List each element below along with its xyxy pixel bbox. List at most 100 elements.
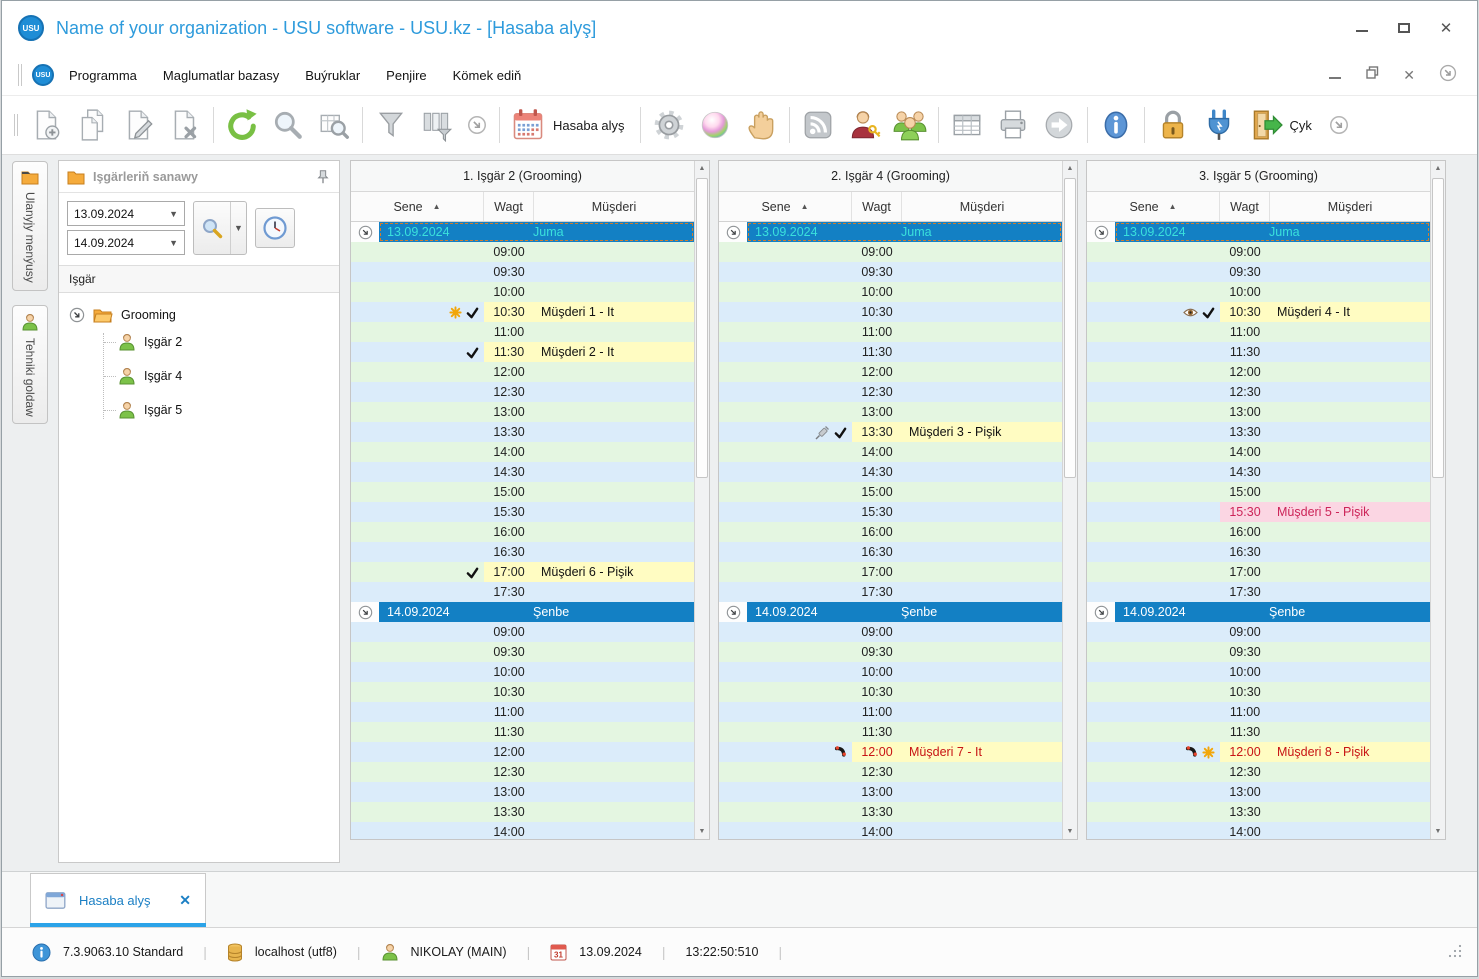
timeslot-row[interactable]: 09:00 bbox=[351, 622, 694, 642]
delete-record-button[interactable] bbox=[162, 101, 208, 149]
timeslot-row[interactable]: 12:30 bbox=[1087, 382, 1430, 402]
lock-button[interactable] bbox=[1150, 101, 1196, 149]
tree-group-grooming[interactable]: Grooming bbox=[69, 307, 329, 323]
scrollbar-thumb[interactable] bbox=[1064, 178, 1076, 478]
timeslot-row[interactable]: 16:00 bbox=[1087, 522, 1430, 542]
timeslot-row[interactable]: 11:00 bbox=[351, 322, 694, 342]
timeslot-row[interactable]: 14:00 bbox=[1087, 822, 1430, 839]
scrollbar-thumb[interactable] bbox=[696, 178, 708, 478]
timeslot-row[interactable]: 11:00 bbox=[1087, 322, 1430, 342]
toolbar-drag-handle[interactable] bbox=[14, 114, 18, 136]
timeslot-row[interactable]: 14:00 bbox=[1087, 442, 1430, 462]
timeslot-row[interactable]: 10:00 bbox=[719, 282, 1062, 302]
timeslot-row[interactable]: 12:30 bbox=[351, 762, 694, 782]
timeslot-row[interactable]: 10:30 bbox=[1087, 682, 1430, 702]
timeslot-row[interactable]: 10:00 bbox=[1087, 662, 1430, 682]
scroll-down-icon[interactable]: ▼ bbox=[695, 824, 709, 839]
print-button[interactable] bbox=[990, 101, 1036, 149]
sidebar-tab-tech-support[interactable]: Tehniki goldaw bbox=[12, 304, 48, 425]
appointment-row[interactable]: 17:00 Müşderi 6 - Pişik bbox=[351, 562, 694, 582]
scroll-up-icon[interactable]: ▲ bbox=[1431, 161, 1445, 176]
timeslot-row[interactable]: 17:00 bbox=[719, 562, 1062, 582]
color-theme-button[interactable] bbox=[692, 101, 738, 149]
mdi-overflow-button[interactable] bbox=[1439, 64, 1457, 87]
date-to-select[interactable]: 14.09.2024 ▼ bbox=[67, 230, 185, 255]
toolbar-overflow-button[interactable] bbox=[464, 112, 490, 138]
timeslot-row[interactable]: 12:30 bbox=[351, 382, 694, 402]
timeslot-row[interactable]: 16:30 bbox=[719, 542, 1062, 562]
appointment-row[interactable]: 12:00 Müşderi 7 - It bbox=[719, 742, 1062, 762]
column-header-time[interactable]: Wagt bbox=[852, 192, 902, 221]
timeslot-row[interactable]: 13:00 bbox=[351, 402, 694, 422]
pin-icon[interactable] bbox=[315, 169, 331, 185]
date-group-row[interactable]: 14.09.2024 Şenbe bbox=[1087, 602, 1430, 622]
tree-item-isgar-4[interactable]: Işgär 4 bbox=[104, 367, 329, 385]
vertical-scrollbar[interactable]: ▲ ▼ bbox=[1430, 161, 1445, 839]
timeslot-row[interactable]: 14:00 bbox=[719, 822, 1062, 839]
timeslot-row[interactable]: 09:30 bbox=[719, 642, 1062, 662]
timeslot-row[interactable]: 12:00 bbox=[719, 362, 1062, 382]
timeslot-row[interactable]: 09:30 bbox=[351, 262, 694, 282]
appointment-row[interactable]: 13:30 Müşderi 3 - Pişik bbox=[719, 422, 1062, 442]
menu-komek-edin[interactable]: Kömek ediň bbox=[442, 62, 533, 89]
timeslot-row[interactable]: 14:30 bbox=[1087, 462, 1430, 482]
timeslot-row[interactable]: 17:30 bbox=[1087, 582, 1430, 602]
collapse-icon[interactable] bbox=[69, 307, 85, 323]
timeslot-row[interactable]: 11:00 bbox=[719, 702, 1062, 722]
date-from-select[interactable]: 13.09.2024 ▼ bbox=[67, 201, 185, 226]
column-header-client[interactable]: Müşderi bbox=[1270, 192, 1430, 221]
settings-button[interactable] bbox=[646, 101, 692, 149]
sidebar-tab-user-menu[interactable]: Ulanyjy menýusy bbox=[12, 161, 48, 291]
timeslot-row[interactable]: 12:30 bbox=[1087, 762, 1430, 782]
go-button[interactable] bbox=[1036, 101, 1082, 149]
timeslot-row[interactable]: 12:30 bbox=[719, 762, 1062, 782]
timeslot-row[interactable]: 11:00 bbox=[719, 322, 1062, 342]
user-access-button[interactable] bbox=[841, 101, 887, 149]
timeslot-row[interactable]: 17:30 bbox=[351, 582, 694, 602]
timeslot-row[interactable]: 10:30 bbox=[719, 302, 1062, 322]
timeslot-row[interactable]: 11:30 bbox=[719, 722, 1062, 742]
tree-item-isgar-2[interactable]: Işgär 2 bbox=[104, 333, 329, 351]
date-group-row[interactable]: 13.09.2024 Juma bbox=[1087, 222, 1430, 242]
date-group-row[interactable]: 13.09.2024 Juma bbox=[719, 222, 1062, 242]
timeslot-row[interactable]: 15:00 bbox=[1087, 482, 1430, 502]
column-header-client[interactable]: Müşderi bbox=[534, 192, 694, 221]
menu-drag-handle[interactable] bbox=[18, 64, 22, 86]
mdi-restore-button[interactable] bbox=[1366, 66, 1379, 84]
close-button[interactable]: ✕ bbox=[1439, 21, 1453, 36]
timeslot-row[interactable]: 16:00 bbox=[351, 522, 694, 542]
mdi-minimize-button[interactable] bbox=[1328, 68, 1342, 82]
timeslot-row[interactable]: 13:30 bbox=[1087, 802, 1430, 822]
column-header-date[interactable]: Sene ▲ bbox=[719, 192, 852, 221]
appointment-row[interactable]: 15:30 Müşderi 5 - Pişik bbox=[1087, 502, 1430, 522]
time-button[interactable] bbox=[255, 208, 295, 248]
refresh-button[interactable] bbox=[219, 101, 265, 149]
timeslot-row[interactable]: 14:00 bbox=[719, 442, 1062, 462]
toolbar-overflow-button[interactable] bbox=[1326, 112, 1352, 138]
column-header-date[interactable]: Sene ▲ bbox=[351, 192, 484, 221]
date-group-row[interactable]: 14.09.2024 Şenbe bbox=[351, 602, 694, 622]
scroll-up-icon[interactable]: ▲ bbox=[1063, 161, 1077, 176]
timeslot-row[interactable]: 13:00 bbox=[1087, 402, 1430, 422]
timeslot-row[interactable]: 11:30 bbox=[719, 342, 1062, 362]
column-header-time[interactable]: Wagt bbox=[484, 192, 534, 221]
timeslot-row[interactable]: 10:00 bbox=[719, 662, 1062, 682]
group-collapse-icon[interactable] bbox=[1094, 225, 1109, 240]
timeslot-row[interactable]: 09:30 bbox=[1087, 262, 1430, 282]
timeslot-row[interactable]: 10:30 bbox=[719, 682, 1062, 702]
calendar-module-button[interactable] bbox=[505, 101, 551, 149]
exit-button[interactable] bbox=[1242, 101, 1288, 149]
scroll-down-icon[interactable]: ▼ bbox=[1063, 824, 1077, 839]
vertical-scrollbar[interactable]: ▲ ▼ bbox=[694, 161, 709, 839]
group-collapse-icon[interactable] bbox=[1094, 605, 1109, 620]
appointment-row[interactable]: 12:00 Müşderi 8 - Pişik bbox=[1087, 742, 1430, 762]
resize-grip[interactable] bbox=[1447, 943, 1463, 962]
timeslot-row[interactable]: 09:30 bbox=[351, 642, 694, 662]
timeslot-row[interactable]: 10:30 bbox=[351, 682, 694, 702]
timeslot-row[interactable]: 11:30 bbox=[1087, 722, 1430, 742]
timeslot-row[interactable]: 13:00 bbox=[719, 402, 1062, 422]
search-split-button[interactable]: ▼ bbox=[193, 201, 247, 255]
timeslot-row[interactable]: 16:00 bbox=[719, 522, 1062, 542]
timeslot-row[interactable]: 13:00 bbox=[1087, 782, 1430, 802]
timeslot-row[interactable]: 14:00 bbox=[351, 442, 694, 462]
